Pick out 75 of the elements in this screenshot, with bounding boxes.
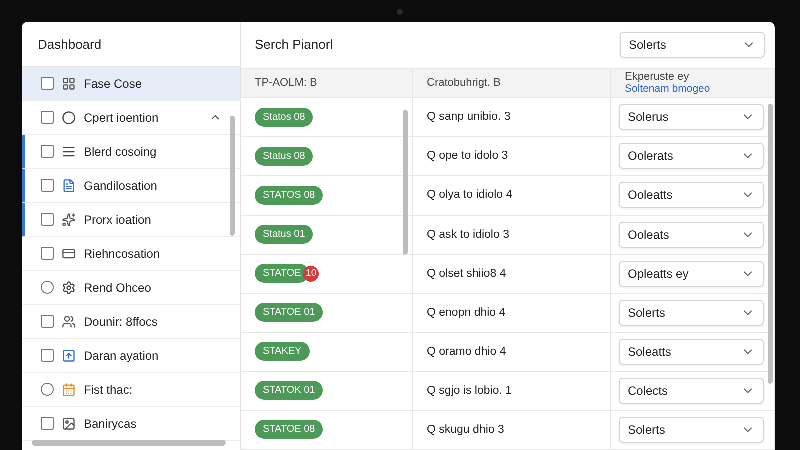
item-label: Fist thac: [84,382,134,396]
checkbox[interactable] [41,111,54,124]
radio-button[interactable] [41,383,54,396]
scrollbar[interactable] [403,110,408,255]
people-icon [62,314,76,328]
filter-dropdown[interactable]: Solerts [620,32,765,58]
item-label: Blerd cosoing [84,144,158,158]
calendar-icon [62,382,76,396]
row-dropdown[interactable]: Ooleats [619,222,764,248]
table-cell: Q enopn dhio 4 [427,306,506,319]
status-badge: Statos 08 [255,108,314,127]
row-dropdown[interactable]: Oolerats [619,143,764,170]
checkbox[interactable] [41,213,54,226]
checkbox[interactable] [41,145,54,158]
image-icon [62,416,76,430]
item-label: Prorx ioation [84,212,152,226]
row-dropdown[interactable]: Solerts [619,300,764,326]
table-cell: Q skugu dhio 3 [427,424,504,436]
status-badge: STAKEY [255,342,310,362]
item-label: Gandilosation [84,178,158,192]
status-badge: STATOK 01 [255,381,324,400]
card-icon [62,246,76,260]
scrollbar[interactable] [768,104,773,384]
item-label: Fase Cose [84,76,144,90]
arrow-up-icon [62,348,76,362]
table-cell: Q sgjo is lobio. 1 [427,384,512,397]
sparkle-icon [62,212,76,226]
checkbox[interactable] [41,179,54,192]
status-badge: Status 08 [255,146,314,166]
list-icon [62,144,76,158]
sidebar-item[interactable]: Prorx ioation [22,203,240,237]
table-cell: Q sanp unibio. 3 [427,111,511,124]
status-badge: Status 01 [255,225,314,244]
table-cell: Q ope to idolo 3 [427,150,508,162]
row-dropdown[interactable]: Colects [619,378,764,404]
header-link[interactable]: Soltenam bmogeo [625,82,774,95]
sidebar-title: Dashboard [38,36,102,52]
sidebar-item[interactable]: Blerd cosoing [22,135,240,169]
item-label: Dounir: 8ffocs [84,314,159,328]
row-dropdown[interactable]: Soleatts [619,338,764,365]
scrollbar[interactable] [32,440,226,446]
item-label: Banirycas [84,416,138,430]
checkbox[interactable] [41,77,54,90]
row-dropdown[interactable]: Opleatts ey [619,260,764,287]
table-cell: Q olya to idiolo 4 [427,189,513,202]
checkbox[interactable] [41,349,54,362]
radio-button[interactable] [41,281,54,294]
scrollbar[interactable] [230,116,235,236]
circle-icon [62,110,76,124]
column-header: TP-AOLM: B [255,76,318,89]
sidebar-item[interactable]: Gandilosation [22,169,240,203]
checkbox[interactable] [41,247,54,260]
sidebar-item[interactable]: Fase Cose [22,67,240,101]
checkbox[interactable] [41,417,54,430]
item-label: Cpert ioention [84,110,160,124]
row-dropdown[interactable]: Solerus [619,104,764,130]
item-label: Rend Ohceo [84,280,152,294]
status-badge: STATOE 01 [255,303,324,322]
row-dropdown[interactable]: Solerts [619,416,764,443]
gear-icon [62,280,76,294]
table-cell: Q ask to idiolo 3 [427,228,510,241]
column-header: Ekperuste ey [625,70,690,83]
count-badge: 10 [303,266,320,282]
checkbox[interactable] [41,315,54,328]
grid-icon [62,76,76,90]
item-label: Daran ayation [84,348,160,362]
document-icon [62,178,76,192]
page-title: Serch Pianorl [255,37,334,52]
column-header: Cratobuhrigt. B [427,76,502,89]
item-label: Riehncosation [84,246,162,260]
table-cell: Q oramo dhio 4 [427,346,506,358]
row-dropdown[interactable]: Ooleatts [619,182,764,208]
status-badge: STATOE 08 [255,420,324,440]
status-badge: STATOS 08 [255,186,324,205]
table-cell: Q olset shiio8 4 [427,268,506,280]
